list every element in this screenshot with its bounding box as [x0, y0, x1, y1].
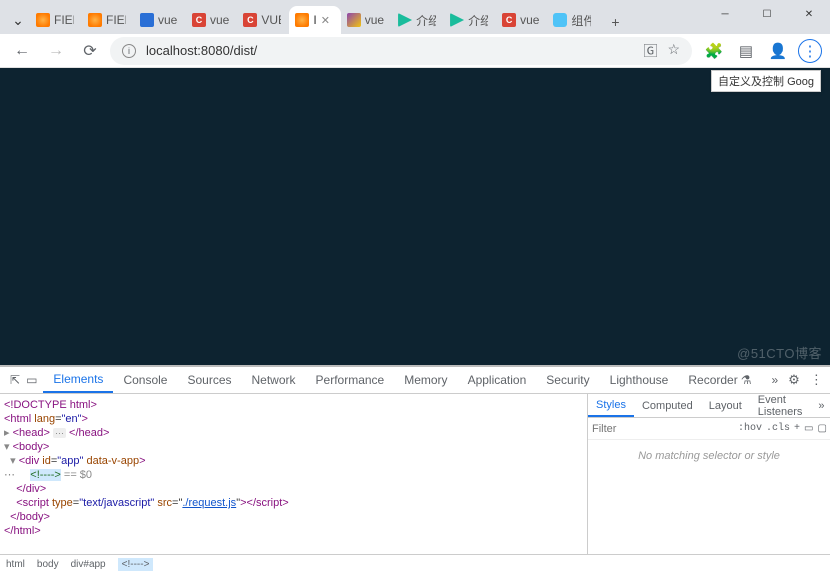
new-style-rule-icon[interactable]: + — [794, 423, 800, 434]
tab-recorder[interactable]: Recorder ⚗ — [678, 367, 761, 393]
elements-breadcrumb[interactable]: html body div#app <!----> — [0, 554, 830, 574]
tab-favicon-icon — [36, 13, 50, 27]
tab-title: vue3 — [158, 13, 178, 27]
minimize-button[interactable]: ─ — [704, 0, 746, 28]
tab-favicon-icon — [398, 13, 412, 27]
devtools-panel: ⇱ ▭ Elements Console Sources Network Per… — [0, 365, 830, 574]
new-tab-button[interactable]: + — [603, 10, 627, 34]
devtools-menu-icon[interactable]: ⋮ — [810, 372, 823, 388]
tab-memory[interactable]: Memory — [394, 367, 457, 393]
window-controls: ─ ☐ ✕ — [704, 0, 830, 28]
devtools-tab-bar: ⇱ ▭ Elements Console Sources Network Per… — [0, 367, 830, 394]
extension-icons: 🧩 ▤ 👤 ⋮ 自定义及控制 Goog — [698, 39, 822, 63]
tab-title: 介绍 — [416, 12, 436, 29]
tab-search-dropdown[interactable]: ⌄ — [6, 6, 30, 34]
computed-styles-icon[interactable]: ▭ — [804, 423, 813, 435]
tab-favicon-icon: C — [502, 13, 516, 27]
tab-favicon-icon — [88, 13, 102, 27]
styles-panel: Styles Computed Layout Event Listeners »… — [587, 394, 830, 554]
site-info-icon[interactable]: i — [122, 44, 136, 58]
tab-favicon-icon: C — [243, 13, 257, 27]
browser-tab[interactable]: vue3 — [134, 6, 186, 34]
browser-tab-strip: ⌄ FIEHFIEHvue3CvueCVUEI✕vue介绍介绍Cvue组件 + … — [0, 0, 830, 34]
crumb-divapp[interactable]: div#app — [71, 559, 106, 570]
cls-toggle[interactable]: .cls — [766, 423, 790, 434]
tab-title: vue — [210, 13, 229, 27]
inspect-element-icon[interactable]: ⇱ — [4, 367, 26, 393]
url-text: localhost:8080/dist/ — [146, 43, 257, 58]
styles-tab-computed[interactable]: Computed — [634, 394, 701, 417]
tab-favicon-icon — [450, 13, 464, 27]
tab-elements[interactable]: Elements — [43, 367, 113, 393]
more-tabs-icon[interactable]: » — [761, 367, 788, 393]
tab-title: vue — [365, 13, 384, 27]
browser-tab[interactable]: Cvue — [186, 6, 237, 34]
browser-tab[interactable]: FIEH — [30, 6, 82, 34]
close-window-button[interactable]: ✕ — [788, 0, 830, 28]
tabs-container: FIEHFIEHvue3CvueCVUEI✕vue介绍介绍Cvue组件 — [30, 6, 599, 34]
devtools-settings-icon[interactable]: ⚙ — [788, 372, 800, 388]
browser-tab[interactable]: Cvue — [496, 6, 547, 34]
rendering-panel-icon[interactable]: ▢ — [818, 423, 827, 435]
crumb-comment[interactable]: <!----> — [118, 558, 154, 571]
browser-tab[interactable]: vue — [341, 6, 392, 34]
styles-tab-styles[interactable]: Styles — [588, 394, 634, 417]
tab-title: FIEH — [54, 13, 74, 27]
tab-title: 组件 — [571, 12, 591, 29]
maximize-button[interactable]: ☐ — [746, 0, 788, 28]
crumb-body[interactable]: body — [37, 559, 59, 570]
tab-title: vue — [520, 13, 539, 27]
tab-network[interactable]: Network — [242, 367, 306, 393]
watermark-text: @51CTO博客 — [737, 343, 822, 362]
hov-toggle[interactable]: :hov — [738, 423, 762, 434]
chrome-menu-button[interactable]: ⋮ 自定义及控制 Goog — [798, 39, 822, 63]
device-toolbar-icon[interactable]: ▭ — [26, 367, 43, 393]
tab-application[interactable]: Application — [458, 367, 537, 393]
tab-security[interactable]: Security — [536, 367, 599, 393]
styles-empty-message: No matching selector or style — [588, 440, 830, 554]
tab-title: 介绍 — [468, 12, 488, 29]
styles-tab-events[interactable]: Event Listeners — [750, 394, 811, 417]
tab-performance[interactable]: Performance — [306, 367, 395, 393]
tab-sources[interactable]: Sources — [177, 367, 241, 393]
browser-tab[interactable]: 介绍 — [444, 6, 496, 34]
tab-title: VUE — [261, 13, 281, 27]
extensions-icon[interactable]: 🧩 — [702, 39, 726, 63]
tab-favicon-icon: C — [192, 13, 206, 27]
crumb-html[interactable]: html — [6, 559, 25, 570]
styles-tab-layout[interactable]: Layout — [701, 394, 750, 417]
browser-tab[interactable]: I✕ — [289, 6, 340, 34]
reload-button[interactable]: ⟳ — [76, 37, 104, 65]
browser-tab[interactable]: FIEH — [82, 6, 134, 34]
translate-icon[interactable]: 🄶 — [643, 41, 657, 61]
tab-favicon-icon — [295, 13, 309, 27]
bookmark-icon[interactable]: ☆ — [667, 41, 680, 61]
tab-favicon-icon — [140, 13, 154, 27]
page-viewport — [0, 68, 830, 365]
forward-button[interactable]: → — [42, 37, 70, 65]
address-bar[interactable]: i localhost:8080/dist/ 🄶 ☆ — [110, 37, 692, 65]
styles-more-icon[interactable]: » — [810, 394, 830, 417]
tab-lighthouse[interactable]: Lighthouse — [600, 367, 679, 393]
tab-close-icon[interactable]: ✕ — [321, 14, 333, 27]
elements-tree[interactable]: <!DOCTYPE html> <html lang="en"> ▸ <head… — [0, 394, 587, 554]
tab-title: I — [313, 13, 316, 27]
reading-list-icon[interactable]: ▤ — [734, 39, 758, 63]
tab-favicon-icon — [553, 13, 567, 27]
tab-console[interactable]: Console — [113, 367, 177, 393]
tab-title: FIEH — [106, 13, 126, 27]
menu-tooltip: 自定义及控制 Goog — [711, 70, 821, 92]
profile-icon[interactable]: 👤 — [766, 39, 790, 63]
back-button[interactable]: ← — [8, 37, 36, 65]
browser-tab[interactable]: 介绍 — [392, 6, 444, 34]
styles-filter-input[interactable] — [592, 423, 734, 435]
browser-toolbar: ← → ⟳ i localhost:8080/dist/ 🄶 ☆ 🧩 ▤ 👤 ⋮… — [0, 34, 830, 68]
browser-tab[interactable]: 组件 — [547, 6, 599, 34]
browser-tab[interactable]: C VUE — [237, 6, 289, 34]
tab-favicon-icon — [347, 13, 361, 27]
